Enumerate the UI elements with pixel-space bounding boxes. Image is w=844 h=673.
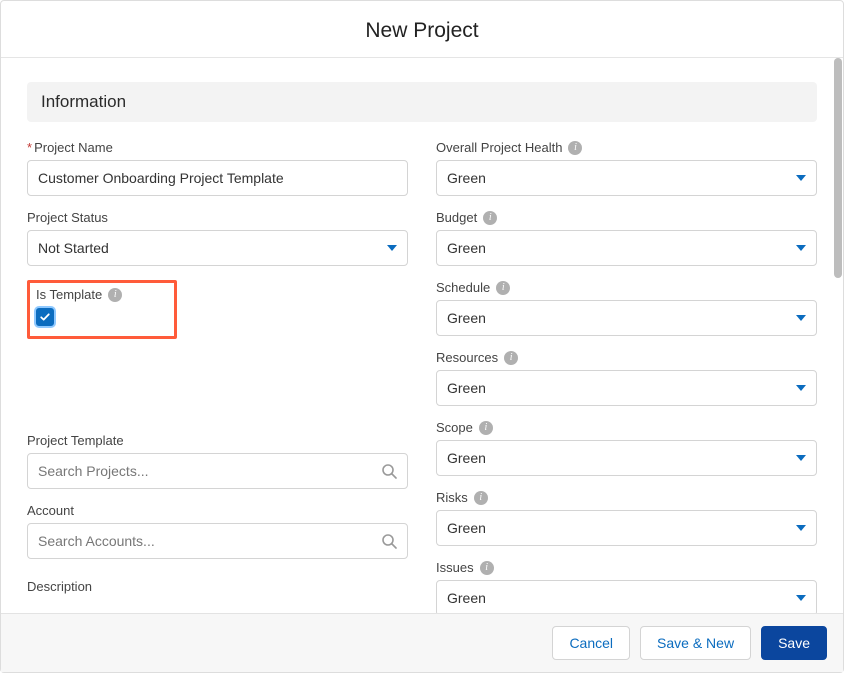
budget-select[interactable]: Green xyxy=(436,230,817,266)
select-value: Green xyxy=(447,240,486,256)
label-text: Overall Project Health xyxy=(436,140,562,155)
field-description: Description xyxy=(27,579,408,594)
chevron-down-icon xyxy=(796,385,806,391)
label-text: Project Template xyxy=(27,433,124,448)
select-value: Green xyxy=(447,380,486,396)
info-icon[interactable]: i xyxy=(496,281,510,295)
info-icon[interactable]: i xyxy=(483,211,497,225)
label-text: Project Name xyxy=(34,140,113,155)
overall-health-select[interactable]: Green xyxy=(436,160,817,196)
label-text: Is Template xyxy=(36,287,102,302)
section-header-information: Information xyxy=(27,82,817,122)
scrollbar[interactable] xyxy=(834,58,842,278)
search-icon xyxy=(381,533,397,549)
cancel-button[interactable]: Cancel xyxy=(552,626,630,660)
info-icon[interactable]: i xyxy=(568,141,582,155)
info-icon[interactable]: i xyxy=(504,351,518,365)
label-resources: Resources i xyxy=(436,350,817,365)
chevron-down-icon xyxy=(796,525,806,531)
chevron-down-icon xyxy=(387,245,397,251)
info-icon[interactable]: i xyxy=(479,421,493,435)
label-schedule: Schedule i xyxy=(436,280,817,295)
field-scope: Scope i Green xyxy=(436,420,817,476)
select-value: Green xyxy=(447,170,486,186)
account-input[interactable] xyxy=(38,533,373,549)
save-button[interactable]: Save xyxy=(761,626,827,660)
modal-title: New Project xyxy=(1,19,843,43)
field-resources: Resources i Green xyxy=(436,350,817,406)
field-risks: Risks i Green xyxy=(436,490,817,546)
check-icon xyxy=(39,311,51,323)
label-risks: Risks i xyxy=(436,490,817,505)
issues-select[interactable]: Green xyxy=(436,580,817,613)
field-schedule: Schedule i Green xyxy=(436,280,817,336)
risks-select[interactable]: Green xyxy=(436,510,817,546)
field-project-status: Project Status Not Started xyxy=(27,210,408,266)
select-value: Green xyxy=(447,310,486,326)
spacer xyxy=(27,353,408,433)
info-icon[interactable]: i xyxy=(108,288,122,302)
label-text: Issues xyxy=(436,560,474,575)
modal-footer: Cancel Save & New Save xyxy=(1,613,843,672)
right-column: Overall Project Health i Green Budget i … xyxy=(436,140,817,613)
field-project-template: Project Template xyxy=(27,433,408,489)
label-text: Schedule xyxy=(436,280,490,295)
label-text: Resources xyxy=(436,350,498,365)
label-budget: Budget i xyxy=(436,210,817,225)
label-is-template: Is Template i xyxy=(36,287,168,302)
modal-body[interactable]: Information * Project Name Project Statu… xyxy=(1,58,843,613)
new-project-modal: New Project Information * Project Name P… xyxy=(0,0,844,673)
field-project-name: * Project Name xyxy=(27,140,408,196)
is-template-checkbox[interactable] xyxy=(36,308,54,326)
search-icon xyxy=(381,463,397,479)
label-description: Description xyxy=(27,579,408,594)
field-issues: Issues i Green xyxy=(436,560,817,613)
left-column: * Project Name Project Status Not Starte… xyxy=(27,140,408,613)
modal-header: New Project xyxy=(1,1,843,58)
field-overall-health: Overall Project Health i Green xyxy=(436,140,817,196)
chevron-down-icon xyxy=(796,595,806,601)
form-columns: * Project Name Project Status Not Starte… xyxy=(27,140,817,613)
label-issues: Issues i xyxy=(436,560,817,575)
label-text: Budget xyxy=(436,210,477,225)
label-text: Risks xyxy=(436,490,468,505)
info-icon[interactable]: i xyxy=(474,491,488,505)
select-value: Not Started xyxy=(38,240,109,256)
schedule-select[interactable]: Green xyxy=(436,300,817,336)
label-overall-health: Overall Project Health i xyxy=(436,140,817,155)
project-template-input[interactable] xyxy=(38,463,373,479)
field-budget: Budget i Green xyxy=(436,210,817,266)
label-text: Account xyxy=(27,503,74,518)
select-value: Green xyxy=(447,590,486,606)
select-value: Green xyxy=(447,450,486,466)
select-value: Green xyxy=(447,520,486,536)
chevron-down-icon xyxy=(796,455,806,461)
label-project-template: Project Template xyxy=(27,433,408,448)
label-account: Account xyxy=(27,503,408,518)
info-icon[interactable]: i xyxy=(480,561,494,575)
scope-select[interactable]: Green xyxy=(436,440,817,476)
save-and-new-button[interactable]: Save & New xyxy=(640,626,751,660)
label-text: Project Status xyxy=(27,210,108,225)
chevron-down-icon xyxy=(796,175,806,181)
label-text: Description xyxy=(27,579,92,594)
chevron-down-icon xyxy=(796,245,806,251)
label-project-status: Project Status xyxy=(27,210,408,225)
chevron-down-icon xyxy=(796,315,806,321)
label-text: Scope xyxy=(436,420,473,435)
is-template-highlight: Is Template i xyxy=(27,280,177,339)
project-name-input[interactable] xyxy=(27,160,408,196)
field-account: Account xyxy=(27,503,408,559)
required-indicator: * xyxy=(27,140,32,155)
project-template-lookup[interactable] xyxy=(27,453,408,489)
label-scope: Scope i xyxy=(436,420,817,435)
resources-select[interactable]: Green xyxy=(436,370,817,406)
section-title: Information xyxy=(41,92,803,112)
account-lookup[interactable] xyxy=(27,523,408,559)
label-project-name: * Project Name xyxy=(27,140,408,155)
project-status-select[interactable]: Not Started xyxy=(27,230,408,266)
